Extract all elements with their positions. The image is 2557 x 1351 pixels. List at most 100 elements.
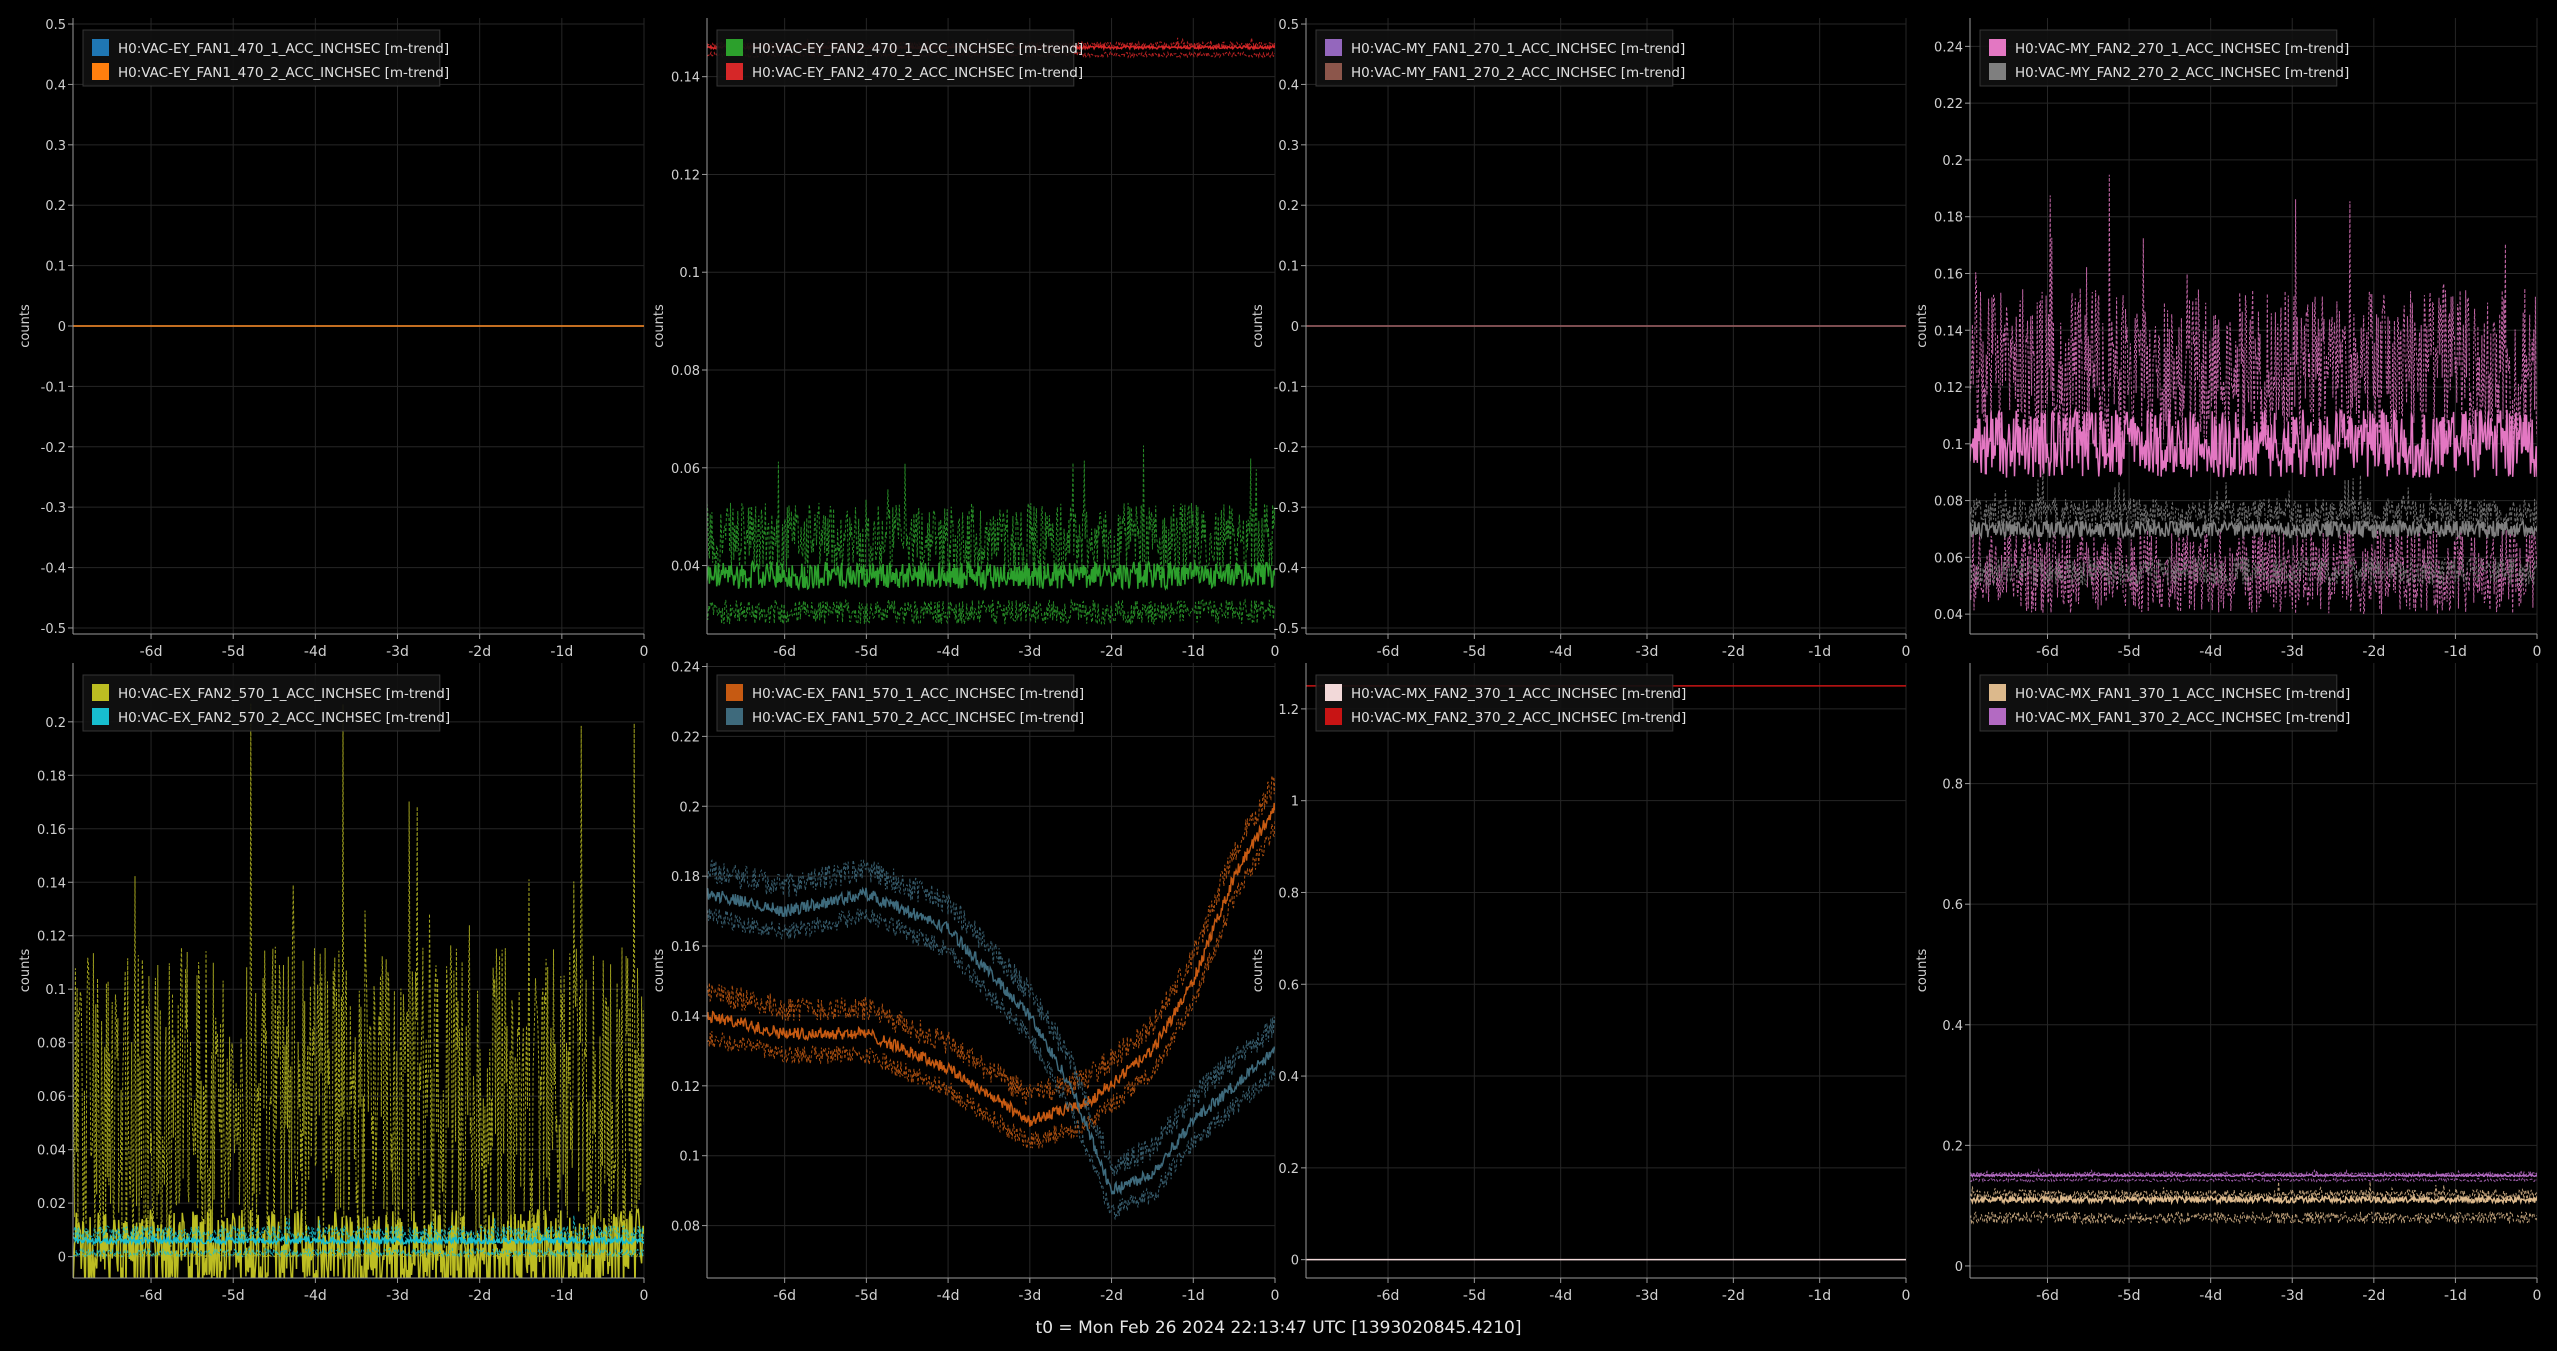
legend-entry: H0:VAC-MX_FAN2_370_1_ACC_INCHSEC [m-tren… xyxy=(1351,686,1686,702)
y-tick-label: 0.16 xyxy=(671,940,700,955)
y-tick-label: -0.1 xyxy=(1274,380,1299,395)
y-tick-label: 0.04 xyxy=(1934,608,1963,623)
y-tick-label: 0.16 xyxy=(37,823,66,838)
y-tick-label: 1.2 xyxy=(1278,703,1299,718)
y-tick-label: 1 xyxy=(1291,795,1299,810)
y-tick-label: 0.5 xyxy=(45,18,66,33)
x-tick-label: -2d xyxy=(2362,644,2385,660)
y-tick-label: 0.22 xyxy=(1934,97,1963,112)
x-tick-label: -5d xyxy=(2118,1288,2141,1304)
y-tick-label: 0.2 xyxy=(45,716,66,731)
y-tick-label: -0.3 xyxy=(41,501,66,516)
series-mean-line-2 xyxy=(1970,518,2537,540)
y-tick-label: 0.16 xyxy=(1934,267,1963,282)
y-axis-label: counts xyxy=(18,304,33,348)
x-tick-label: -5d xyxy=(1463,1288,1486,1304)
legend-entry: H0:VAC-MY_FAN2_270_1_ACC_INCHSEC [m-tren… xyxy=(2015,41,2349,57)
y-axis-label: counts xyxy=(18,949,33,993)
legend-entry: H0:VAC-EX_FAN2_570_2_ACC_INCHSEC [m-tren… xyxy=(118,710,450,726)
y-tick-label: 0.14 xyxy=(671,71,700,86)
series-min-line-2 xyxy=(1970,1176,2537,1183)
legend-swatch xyxy=(1989,63,2006,80)
y-tick-label: 0.1 xyxy=(45,260,66,275)
series-group xyxy=(73,703,644,1278)
legend-entry: H0:VAC-EX_FAN1_570_2_ACC_INCHSEC [m-tren… xyxy=(752,710,1084,726)
x-tick-label: -2d xyxy=(1100,644,1123,660)
x-tick-label: -1d xyxy=(1182,644,1205,660)
legend-entry: H0:VAC-EX_FAN1_570_1_ACC_INCHSEC [m-tren… xyxy=(752,686,1084,702)
chart-panel-1: -6d -5d -4d -3d -2d -1d 0 -0.5 -0.4 -0.3 -0.2 -0.1 0… xyxy=(18,18,648,660)
legend-entry: H0:VAC-EY_FAN1_470_2_ACC_INCHSEC [m-tren… xyxy=(118,65,449,81)
y-tick-label: 0.14 xyxy=(671,1010,700,1025)
x-tick-label: -4d xyxy=(2199,1288,2222,1304)
x-tick-label: -1d xyxy=(2444,1288,2467,1304)
series-max-line-1 xyxy=(1970,174,2537,444)
x-tick-label: -6d xyxy=(2036,644,2059,660)
x-tick-label: 0 xyxy=(2533,644,2542,660)
x-tick-label: 0 xyxy=(1271,644,1280,660)
x-tick-label: -3d xyxy=(2281,644,2304,660)
y-tick-label: -0.4 xyxy=(1274,562,1299,577)
series-min-line-1 xyxy=(1970,1210,2537,1226)
y-tick-label: 0.08 xyxy=(671,1220,700,1235)
x-tick-label: -5d xyxy=(222,1288,245,1304)
legend-swatch xyxy=(726,684,743,701)
y-tick-label: 0.14 xyxy=(37,876,66,891)
y-tick-label: 0.1 xyxy=(45,983,66,998)
y-axis-label: counts xyxy=(652,304,667,348)
y-tick-label: 0.8 xyxy=(1942,778,1963,793)
x-tick-label: -2d xyxy=(1722,1288,1745,1304)
x-tick-label: -5d xyxy=(222,644,245,660)
y-tick-label: -0.5 xyxy=(1274,622,1299,637)
x-tick-label: -2d xyxy=(1722,644,1745,660)
y-tick-label: 0.2 xyxy=(45,199,66,214)
legend-entry: H0:VAC-MY_FAN2_270_2_ACC_INCHSEC [m-tren… xyxy=(2015,65,2349,81)
y-tick-label: 0.04 xyxy=(37,1144,66,1159)
y-tick-label: 0.06 xyxy=(671,462,700,477)
legend-swatch xyxy=(1989,708,2006,725)
y-tick-label: 0.24 xyxy=(1934,40,1963,55)
x-tick-label: -6d xyxy=(773,1288,796,1304)
series-group xyxy=(1306,685,1906,1261)
legend-swatch xyxy=(1325,684,1342,701)
x-tick-label: -6d xyxy=(2036,1288,2059,1304)
series-min-line-1 xyxy=(707,598,1275,626)
x-tick-label: -1d xyxy=(550,1288,573,1304)
x-tick-label: -6d xyxy=(1377,644,1400,660)
x-tick-label: -4d xyxy=(1549,644,1572,660)
y-tick-label: 0.12 xyxy=(37,930,66,945)
x-tick-label: -5d xyxy=(855,1288,878,1304)
series-max-line-1 xyxy=(707,445,1275,577)
series-group xyxy=(1970,174,2537,615)
y-tick-label: 0.4 xyxy=(1942,1019,1963,1034)
series-group xyxy=(1970,1168,2537,1226)
x-tick-label: -4d xyxy=(304,1288,327,1304)
legend-entry: H0:VAC-EY_FAN2_470_2_ACC_INCHSEC [m-tren… xyxy=(752,65,1083,81)
y-tick-label: 0.4 xyxy=(1278,1070,1299,1085)
y-tick-label: -0.5 xyxy=(41,622,66,637)
series-group xyxy=(707,37,1275,626)
y-axis-label: counts xyxy=(1915,304,1930,348)
y-tick-label: 0 xyxy=(1955,1260,1963,1275)
x-tick-label: -4d xyxy=(2199,644,2222,660)
series-max-line-1 xyxy=(73,703,644,1251)
y-tick-label: 0.5 xyxy=(1278,18,1299,33)
y-tick-label: 0.6 xyxy=(1278,978,1299,993)
y-tick-label: 0.4 xyxy=(1278,78,1299,93)
x-tick-label: -3d xyxy=(1636,1288,1659,1304)
x-tick-label: -2d xyxy=(1100,1288,1123,1304)
legend: H0:VAC-MY_FAN1_270_1_ACC_INCHSEC [m-tren… xyxy=(1315,29,1685,87)
chart-panel-4: -6d -5d -4d -3d -2d -1d 0 0.04 0.06 0.08 0.1 0.12 0.… xyxy=(1915,18,2541,660)
legend-swatch xyxy=(92,708,109,725)
legend-swatch xyxy=(1325,708,1342,725)
x-tick-label: 0 xyxy=(2533,1288,2542,1304)
chart-panel-7: -6d -5d -4d -3d -2d -1d 0 0 0.2 0.4 0.6 0.8 1 1.2 coun… xyxy=(1251,663,1910,1304)
legend-entry: H0:VAC-EX_FAN2_570_1_ACC_INCHSEC [m-tren… xyxy=(118,686,450,702)
y-tick-label: 0.2 xyxy=(679,800,700,815)
y-tick-label: 0.18 xyxy=(671,870,700,885)
y-axis-label: counts xyxy=(652,949,667,993)
y-tick-label: 0.14 xyxy=(1934,324,1963,339)
x-tick-label: -6d xyxy=(773,644,796,660)
y-tick-label: 0.08 xyxy=(671,364,700,379)
legend: H0:VAC-EX_FAN2_570_1_ACC_INCHSEC [m-tren… xyxy=(82,674,450,732)
